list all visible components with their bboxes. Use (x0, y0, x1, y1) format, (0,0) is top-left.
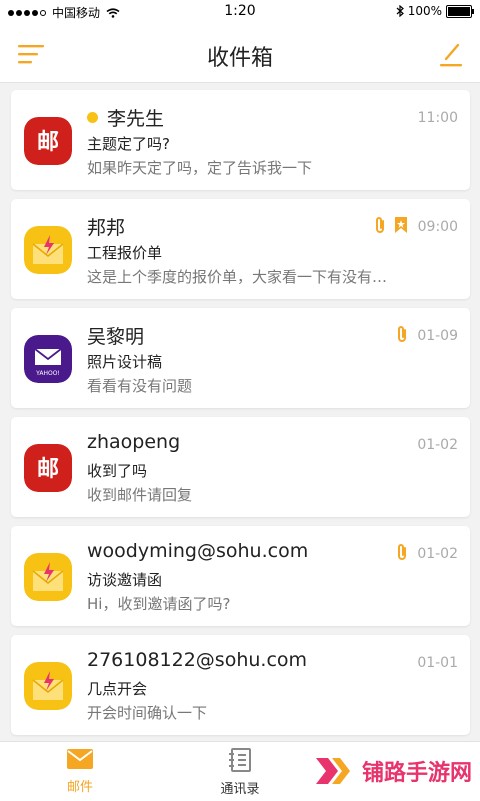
page-title: 收件箱 (206, 46, 273, 71)
contacts-icon (229, 748, 251, 772)
email-sender: 李先生 (87, 104, 164, 131)
tab-bar: 邮件 通讯录 铺路手游网 (0, 741, 480, 801)
bluetooth-icon (396, 5, 404, 17)
email-preview: Hi，收到邀请函了吗? (87, 595, 231, 613)
battery-percent: 100% (407, 4, 442, 18)
email-preview: 这是上个季度的报价单，大家看一下有没有… (87, 268, 388, 286)
email-time: 01-02 (417, 437, 458, 453)
email-item[interactable]: 邮 李先生 主题定了吗? 如果昨天定了吗，定了告诉我一下 11:00 (11, 90, 470, 190)
mail-163-icon: 邮 (24, 444, 72, 492)
avatar-163-mail: 邮 (24, 444, 72, 492)
watermark-logo-icon (315, 758, 350, 784)
tab-mail-label: 邮件 (66, 780, 93, 795)
yellow-envelope-icon (24, 662, 72, 710)
email-item[interactable]: YAHOO! 吴黎明 照片设计稿 看看有没有问题 01-09 (11, 308, 470, 408)
mail-icon (67, 749, 93, 769)
email-preview: 开会时间确认一下 (87, 704, 208, 722)
battery-icon (446, 4, 474, 18)
mail-163-icon: 邮 (24, 117, 72, 165)
email-time: 01-01 (417, 655, 458, 671)
email-item[interactable]: 邮 zhaopeng 收到了吗 收到邮件请回复 01-02 (11, 417, 470, 517)
attachment-icon (398, 326, 406, 342)
unread-dot (87, 112, 98, 123)
avatar-yahoo: YAHOO! (24, 335, 72, 383)
email-flags (374, 216, 408, 234)
email-item[interactable]: 276108122@sohu.com 几点开会 开会时间确认一下 01-01 (11, 635, 470, 735)
avatar-envelope (24, 226, 72, 274)
compose-icon[interactable] (438, 42, 464, 68)
tab-mail[interactable]: 邮件 (40, 748, 120, 795)
bookmark-icon (395, 217, 407, 233)
email-time: 09:00 (417, 219, 458, 235)
status-right: 100% (396, 4, 474, 18)
svg-text:邮: 邮 (37, 457, 59, 482)
email-sender: 276108122@sohu.com (87, 649, 308, 671)
svg-text:YAHOO!: YAHOO! (35, 370, 60, 377)
email-flags (396, 325, 408, 343)
email-time: 01-09 (417, 328, 458, 344)
svg-text:邮: 邮 (37, 130, 59, 155)
yahoo-mail-icon: YAHOO! (24, 335, 72, 383)
email-preview: 看看有没有问题 (87, 377, 193, 395)
email-preview: 如果昨天定了吗，定了告诉我一下 (87, 159, 313, 177)
email-flags (396, 543, 408, 561)
email-sender: 邦邦 (87, 217, 126, 239)
email-subject: 访谈邀请函 (87, 571, 163, 589)
watermark-text: 铺路手游网 (361, 761, 472, 786)
email-sender: zhaopeng (87, 431, 181, 453)
tab-contacts-label: 通讯录 (220, 782, 260, 797)
email-subject: 收到了吗 (87, 462, 148, 480)
email-subject: 几点开会 (87, 680, 148, 698)
yellow-envelope-icon (24, 553, 72, 601)
attachment-icon (398, 544, 406, 560)
email-sender: 吴黎明 (87, 326, 145, 348)
email-subject: 主题定了吗? (87, 135, 170, 153)
avatar-163-mail: 邮 (24, 117, 72, 165)
email-time: 11:00 (417, 110, 458, 126)
avatar-envelope (24, 553, 72, 601)
email-item[interactable]: 邦邦 工程报价单 这是上个季度的报价单，大家看一下有没有… 09:00 (11, 199, 470, 299)
avatar-envelope (24, 662, 72, 710)
email-subject: 照片设计稿 (87, 353, 163, 371)
watermark: 铺路手游网 (314, 754, 472, 788)
email-subject: 工程报价单 (87, 244, 163, 262)
email-item[interactable]: woodyming@sohu.com 访谈邀请函 Hi，收到邀请函了吗? 01-… (11, 526, 470, 626)
tab-contacts[interactable]: 通讯录 (200, 748, 280, 797)
attachment-icon (376, 217, 384, 233)
email-preview: 收到邮件请回复 (87, 486, 193, 504)
email-time: 01-02 (417, 546, 458, 562)
status-bar: 中国移动 1:20 100% (0, 0, 480, 24)
nav-bar: 收件箱 (0, 24, 480, 83)
email-sender: woodyming@sohu.com (87, 540, 309, 562)
yellow-envelope-icon (24, 226, 72, 274)
